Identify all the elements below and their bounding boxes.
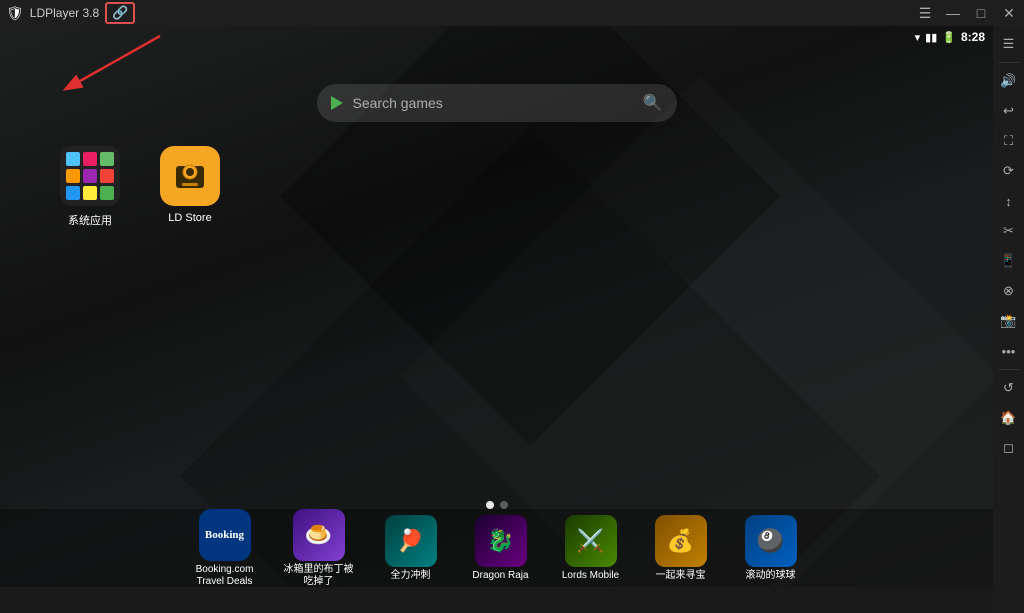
search-placeholder: Search games — [353, 95, 633, 111]
fridge-icon: 🍮 — [293, 509, 345, 561]
charge-label: 全力冲刺 — [391, 570, 431, 582]
sidebar-more-btn[interactable]: ••• — [995, 337, 1023, 365]
tray-item-fridge[interactable]: 🍮 冰箱里的布丁被吃掉了 — [282, 509, 356, 588]
desktop-icons: 系统应用 LD Store — [60, 146, 220, 228]
ball-icon: 🎱 — [745, 515, 797, 567]
treasure-icon: 💰 — [655, 515, 707, 567]
sidebar-refresh-btn[interactable]: ⟳ — [995, 157, 1023, 185]
app-title: LDPlayer 3.8 — [30, 6, 99, 20]
page-dot-2 — [500, 501, 508, 509]
sidebar-menu-btn[interactable]: ☰ — [995, 30, 1023, 58]
page-dot-1 — [486, 501, 494, 509]
tray-item-treasure[interactable]: 💰 一起来寻宝 — [646, 515, 716, 582]
lords-mobile-icon: ⚔️ — [565, 515, 617, 567]
tray-item-dragon-raja[interactable]: 🐉 Dragon Raja — [466, 515, 536, 582]
status-time: 8:28 — [961, 30, 985, 44]
sidebar-recent-btn[interactable]: ◻ — [995, 434, 1023, 462]
menu-button[interactable]: ☰ — [916, 5, 934, 22]
booking-icon: Booking — [199, 509, 251, 561]
ldstore-desktop-icon[interactable]: LD Store — [160, 146, 220, 228]
sidebar-rotate-btn[interactable]: ↩ — [995, 97, 1023, 125]
emulator-screen: ▾ ▮▮ 🔋 8:28 Search games 🔍 — [0, 26, 993, 587]
sysapp-icon-image — [60, 146, 120, 206]
sidebar-scale-btn[interactable]: ↕ — [995, 187, 1023, 215]
battery-icon: 🔋 — [942, 31, 956, 44]
link-button[interactable]: 🔗 — [105, 2, 135, 24]
right-sidebar: ☰ 🔊 ↩ ⛶ ⟳ ↕ ✂ 📱 ⊗ 📸 ••• ↺ 🏠 ◻ — [993, 26, 1024, 613]
lords-mobile-label: Lords Mobile — [562, 570, 619, 582]
sidebar-volume-btn[interactable]: 🔊 — [995, 67, 1023, 95]
titlebar-left: 🛡 LDPlayer 3.8 🔗 — [6, 2, 135, 24]
treasure-label: 一起来寻宝 — [656, 570, 706, 582]
sidebar-cut-btn[interactable]: ✂ — [995, 217, 1023, 245]
tray-item-booking[interactable]: Booking Booking.com Travel Deals — [188, 509, 262, 588]
sidebar-home-btn[interactable]: 🏠 — [995, 404, 1023, 432]
sidebar-sep-1 — [999, 62, 1019, 63]
sidebar-close-btn[interactable]: ⊗ — [995, 277, 1023, 305]
charge-icon: 🏓 — [385, 515, 437, 567]
close-button[interactable]: ✕ — [1000, 5, 1018, 22]
wifi-icon: ▾ — [915, 31, 921, 44]
dragon-raja-label: Dragon Raja — [472, 570, 528, 582]
sysapp-label: 系统应用 — [68, 212, 112, 228]
tray-item-lords-mobile[interactable]: ⚔️ Lords Mobile — [556, 515, 626, 582]
tray-item-charge[interactable]: 🏓 全力冲刺 — [376, 515, 446, 582]
searchbar-container: Search games 🔍 — [317, 84, 677, 122]
sysapp-desktop-icon[interactable]: 系统应用 — [60, 146, 120, 228]
search-icon: 🔍 — [643, 93, 663, 113]
sidebar-sep-2 — [999, 369, 1019, 370]
tray-item-ball[interactable]: 🎱 滚动的球球 — [736, 515, 806, 582]
app-tray: Booking Booking.com Travel Deals 🍮 冰箱里的布… — [0, 509, 993, 587]
play-store-icon — [331, 96, 343, 110]
titlebar: 🛡 LDPlayer 3.8 🔗 ☰ — □ ✕ — [0, 0, 1024, 26]
ball-label: 滚动的球球 — [746, 570, 796, 582]
sidebar-fullscreen-btn[interactable]: ⛶ — [995, 127, 1023, 155]
dragon-raja-icon: 🐉 — [475, 515, 527, 567]
searchbar[interactable]: Search games 🔍 — [317, 84, 677, 122]
titlebar-controls: ☰ — □ ✕ — [916, 5, 1018, 22]
statusbar: ▾ ▮▮ 🔋 8:28 — [913, 26, 993, 48]
sidebar-device-btn[interactable]: 📱 — [995, 247, 1023, 275]
ldstore-icon-image — [160, 146, 220, 206]
fridge-label: 冰箱里的布丁被吃掉了 — [282, 564, 356, 588]
minimize-button[interactable]: — — [944, 5, 962, 21]
maximize-button[interactable]: □ — [972, 5, 990, 21]
shield-icon: 🛡 — [6, 5, 24, 22]
page-indicator — [486, 501, 508, 509]
booking-label: Booking.com Travel Deals — [188, 564, 262, 588]
ldstore-label: LD Store — [168, 212, 211, 224]
sidebar-back-btn[interactable]: ↺ — [995, 374, 1023, 402]
sidebar-screenshot-btn[interactable]: 📸 — [995, 307, 1023, 335]
link-icon: 🔗 — [112, 5, 128, 21]
signal-icon: ▮▮ — [925, 31, 937, 44]
